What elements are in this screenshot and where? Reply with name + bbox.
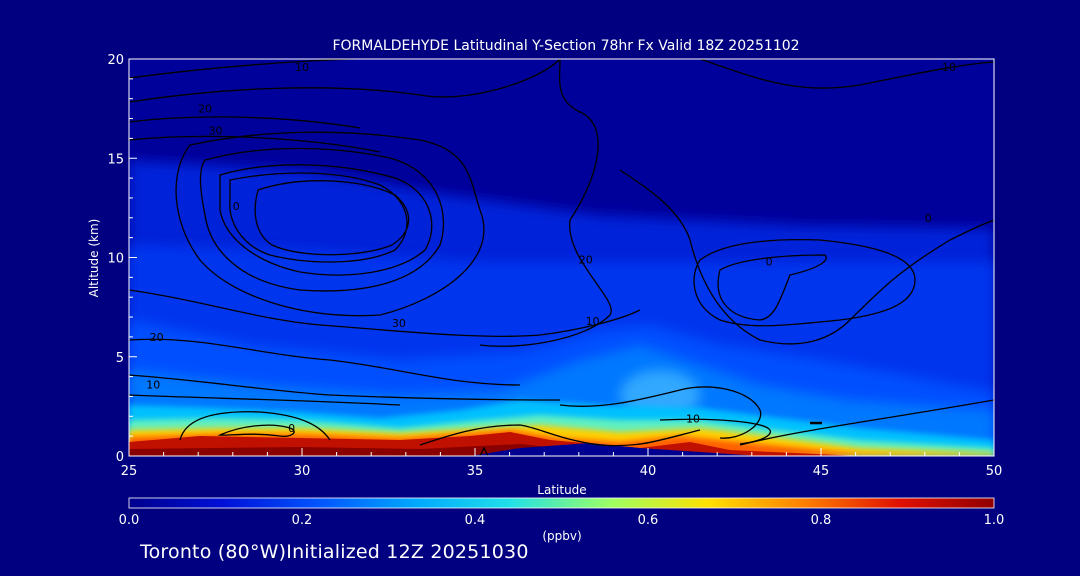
- y-tick-label: 20: [107, 53, 124, 68]
- contour-label: 0: [925, 212, 932, 225]
- contour-label: 10: [586, 315, 600, 328]
- contour-label: 0: [233, 200, 240, 213]
- y-tick-label: 5: [116, 351, 124, 366]
- colorbar-tick-label: 0.8: [811, 513, 832, 528]
- colorbar-tick-label: 0.2: [292, 513, 313, 528]
- y-tick-label: 0: [116, 450, 124, 465]
- contour-label: 30: [209, 124, 223, 137]
- x-tick-label: 45: [813, 464, 830, 479]
- contour-label: 10: [942, 61, 956, 74]
- contour-label: 10: [146, 379, 160, 392]
- colorbar-tick-label: 0.6: [638, 513, 659, 528]
- x-axis-label: Latitude: [537, 483, 586, 497]
- colorbar: [128, 497, 995, 509]
- contour-label: 0: [288, 422, 295, 435]
- y-axis-label: Altitude (km): [87, 219, 101, 298]
- y-tick-label: 15: [107, 152, 124, 167]
- cross-section-chart: FORMALDEHYDE Latitudinal Y-Section 78hr …: [87, 38, 1005, 543]
- colorbar-tick-label: 1.0: [984, 513, 1005, 528]
- x-tick-label: 25: [121, 464, 138, 479]
- contour-label: 10: [295, 61, 309, 74]
- colorbar-tick-label: 0.4: [465, 513, 486, 528]
- y-tick-label: 10: [107, 252, 124, 267]
- contour-label: 0: [766, 255, 773, 268]
- contour-label: 20: [579, 253, 593, 266]
- footer-caption: Toronto (80°W)Initialized 12Z 20251030: [140, 541, 529, 563]
- contour-label: 20: [150, 331, 164, 344]
- contour-label: 20: [198, 103, 212, 116]
- x-tick-label: 40: [640, 464, 657, 479]
- colorbar-units: (ppbv): [542, 529, 581, 543]
- colorbar-tick-label: 0.0: [119, 513, 140, 528]
- x-tick-label: 30: [294, 464, 311, 479]
- contour-label: 10: [686, 412, 700, 425]
- x-tick-label: 35: [467, 464, 484, 479]
- chart-title: FORMALDEHYDE Latitudinal Y-Section 78hr …: [332, 38, 799, 54]
- colorbar-ticks: 0.0 0.2 0.4 0.6 0.8 1.0: [119, 513, 1005, 528]
- contour-label: 30: [392, 317, 406, 330]
- x-tick-label: 50: [986, 464, 1003, 479]
